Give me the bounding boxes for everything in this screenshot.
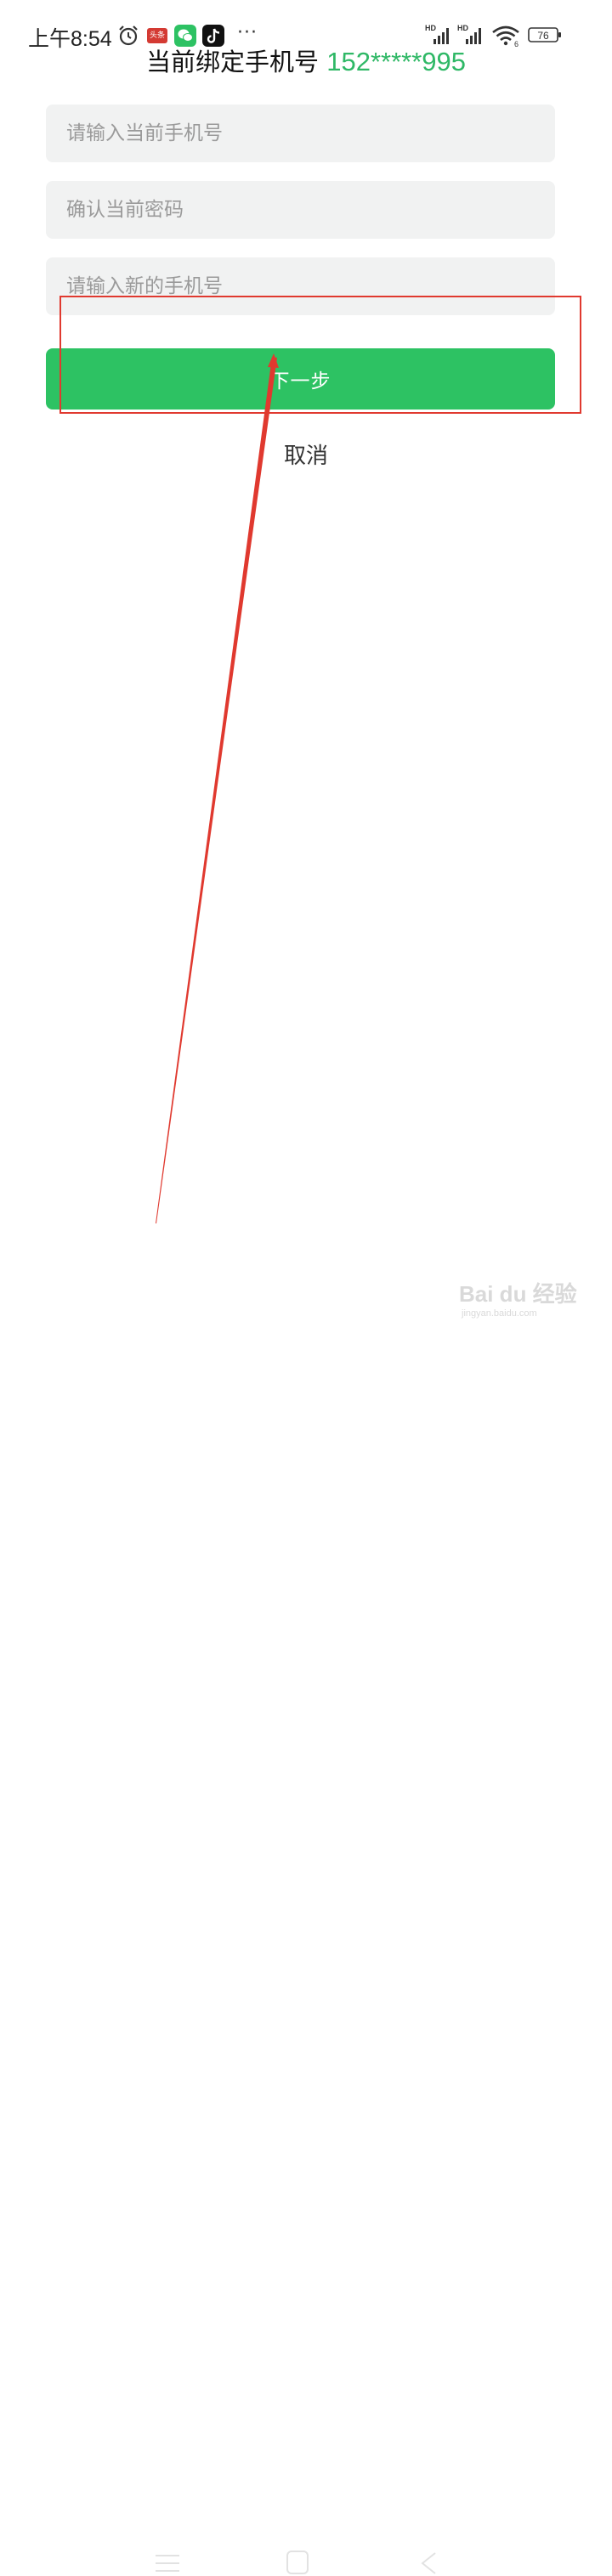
watermark-url: jingyan.baidu.com	[462, 1308, 537, 1319]
home-icon[interactable]	[286, 2551, 309, 2574]
back-icon[interactable]	[418, 2551, 439, 2576]
more-notifications-icon: ···	[237, 22, 258, 43]
battery-level: 76	[537, 30, 549, 42]
current-phone-input[interactable]	[46, 105, 555, 162]
page-title: 当前绑定手机号 152*****995	[0, 42, 612, 78]
toutiao-icon: 头条	[147, 28, 167, 43]
annotation-highlight-box	[60, 296, 581, 414]
network-label: HD	[457, 24, 468, 32]
network-label: HD	[425, 24, 436, 32]
bound-phone-number: 152*****995	[326, 47, 466, 76]
battery-icon: 76	[528, 27, 561, 42]
title-prefix: 当前绑定手机号	[146, 48, 320, 76]
watermark-logo: Bai du 经验	[459, 1281, 577, 1307]
menu-icon[interactable]	[156, 2553, 179, 2573]
current-password-input[interactable]	[46, 181, 555, 239]
cancel-button[interactable]: 取消	[0, 438, 612, 470]
